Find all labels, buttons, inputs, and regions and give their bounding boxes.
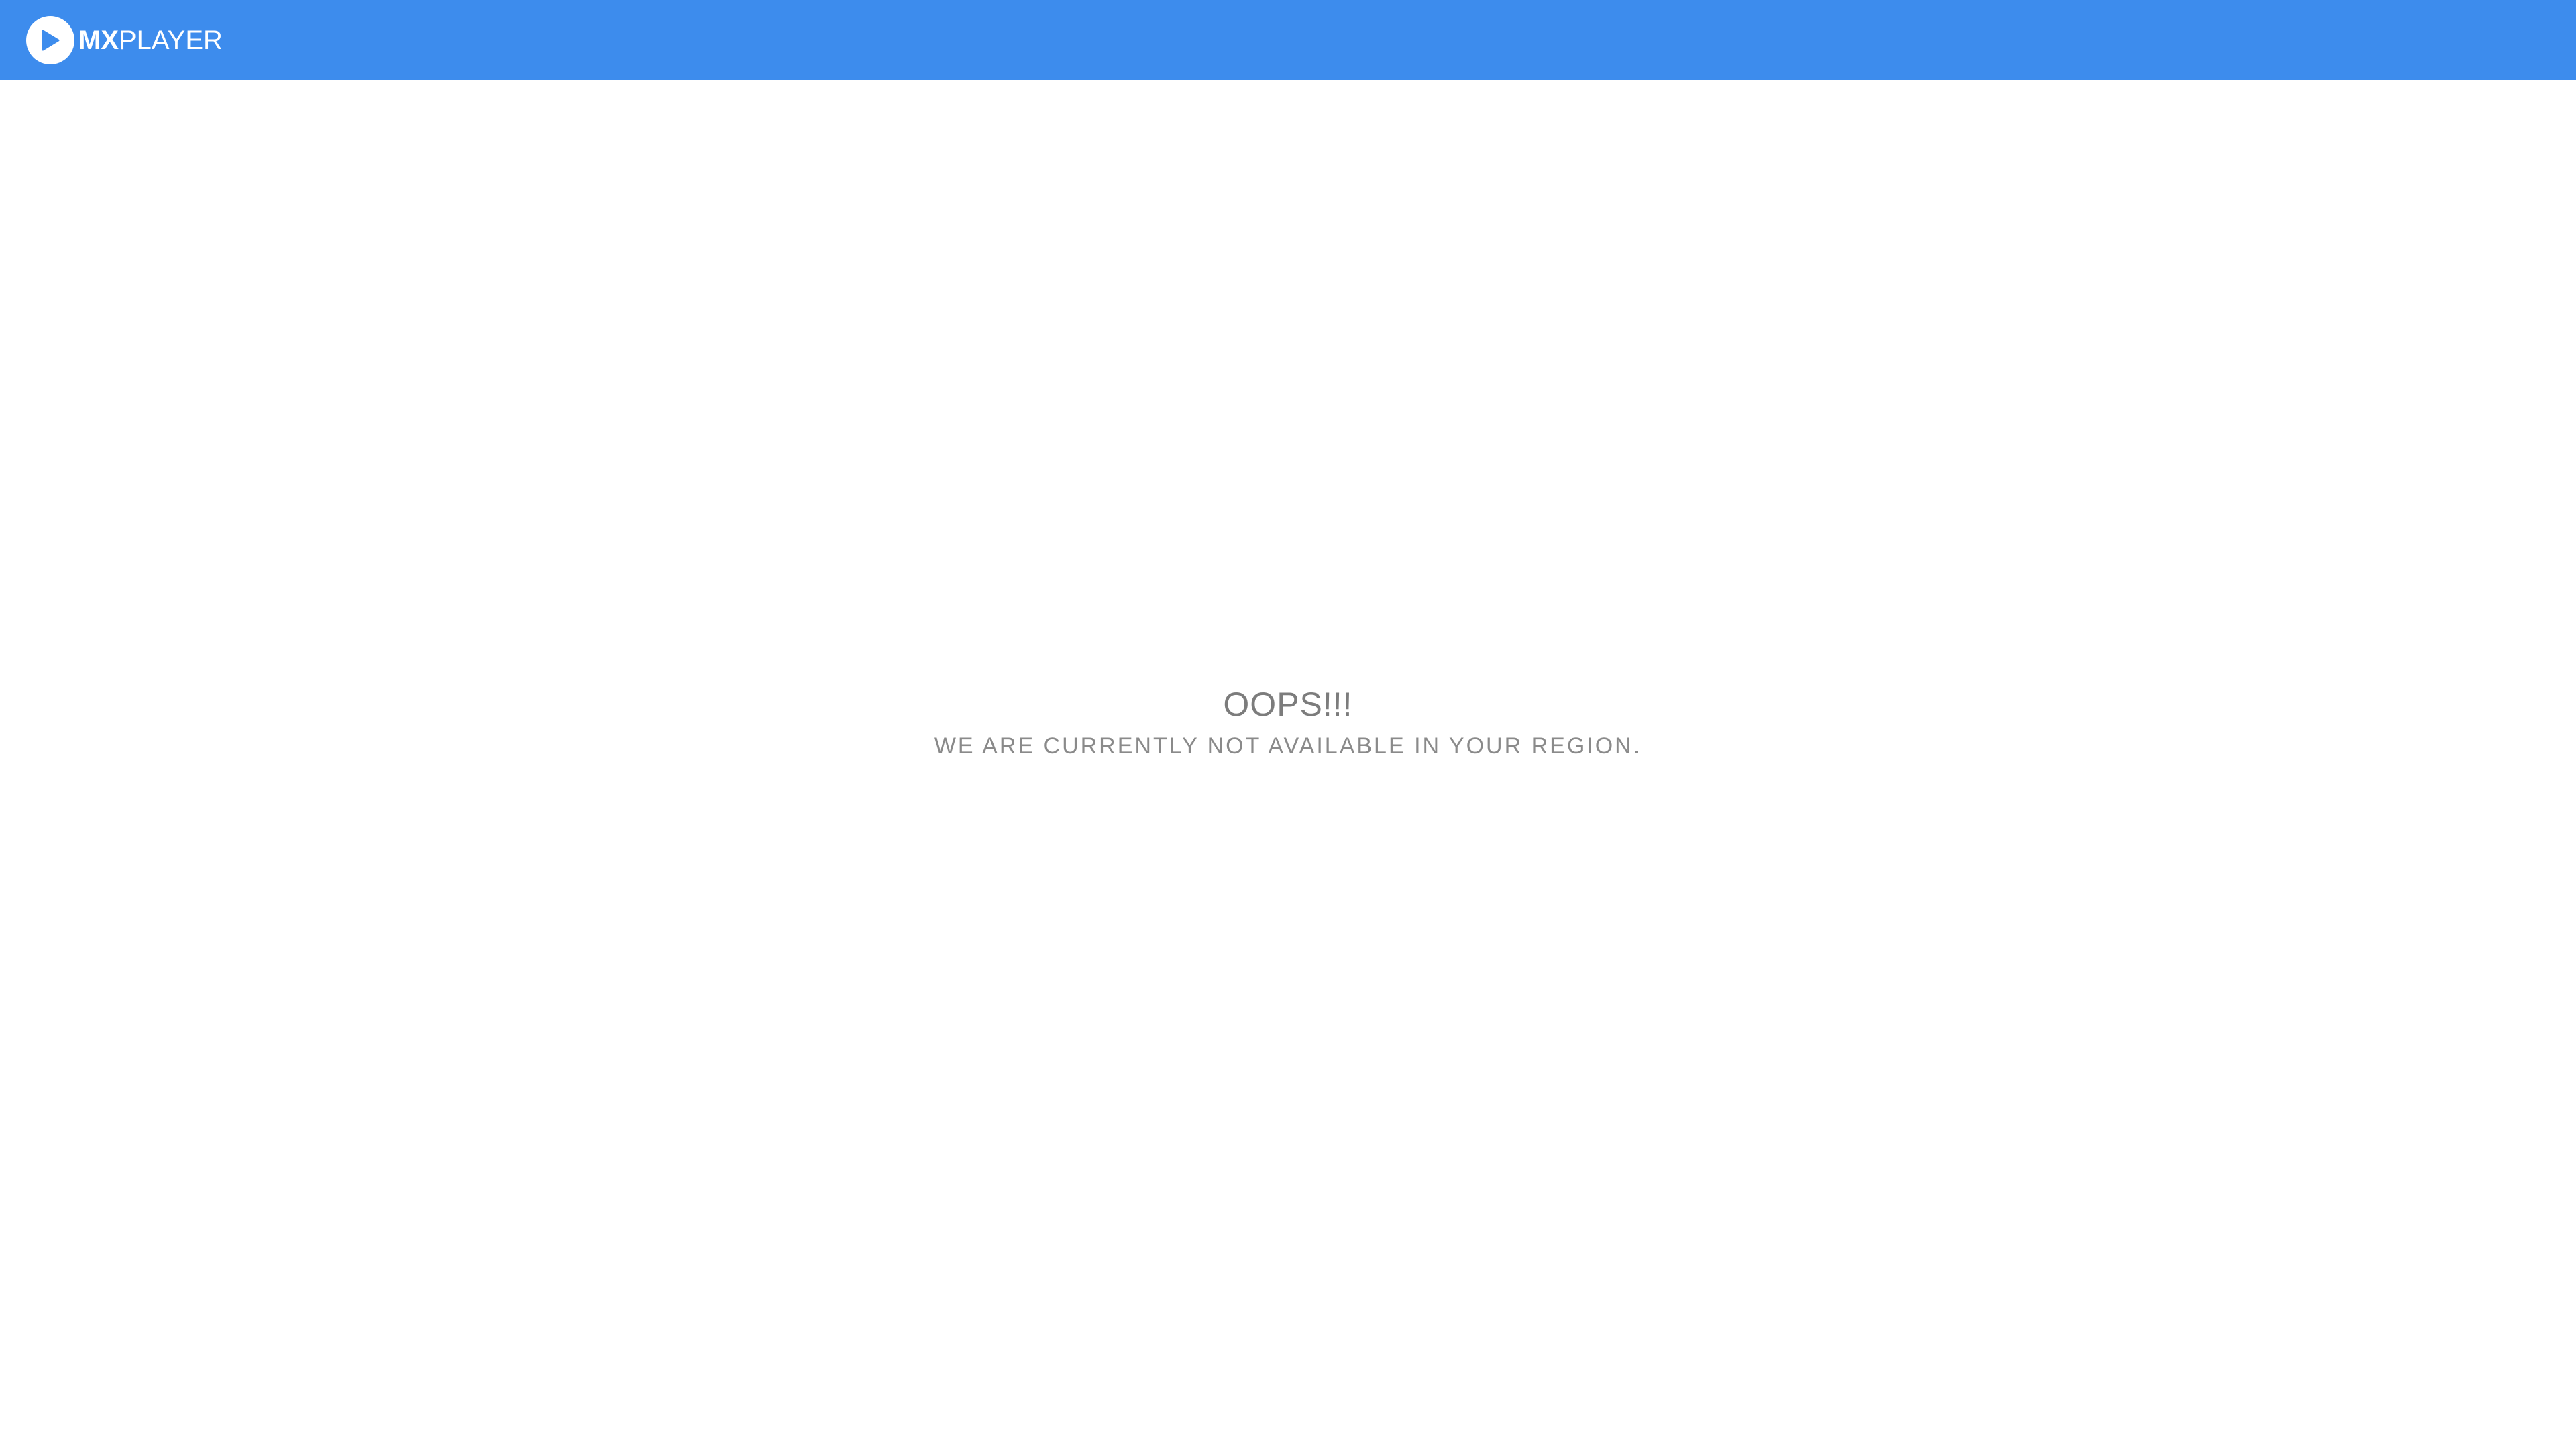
top-header: MXPLAYER <box>0 0 2576 80</box>
region-error-message: OOPS!!! WE ARE CURRENTLY NOT AVAILABLE I… <box>0 681 2576 763</box>
mx-player-logo[interactable]: MXPLAYER <box>26 15 223 65</box>
error-description: WE ARE CURRENTLY NOT AVAILABLE IN YOUR R… <box>934 733 1642 759</box>
error-title: OOPS!!! <box>1223 686 1353 723</box>
brand-mx: MX <box>78 25 119 55</box>
brand-wordmark: MXPLAYER <box>78 27 223 54</box>
play-triangle <box>42 30 60 51</box>
brand-player: PLAYER <box>119 25 223 55</box>
play-icon <box>26 16 74 64</box>
